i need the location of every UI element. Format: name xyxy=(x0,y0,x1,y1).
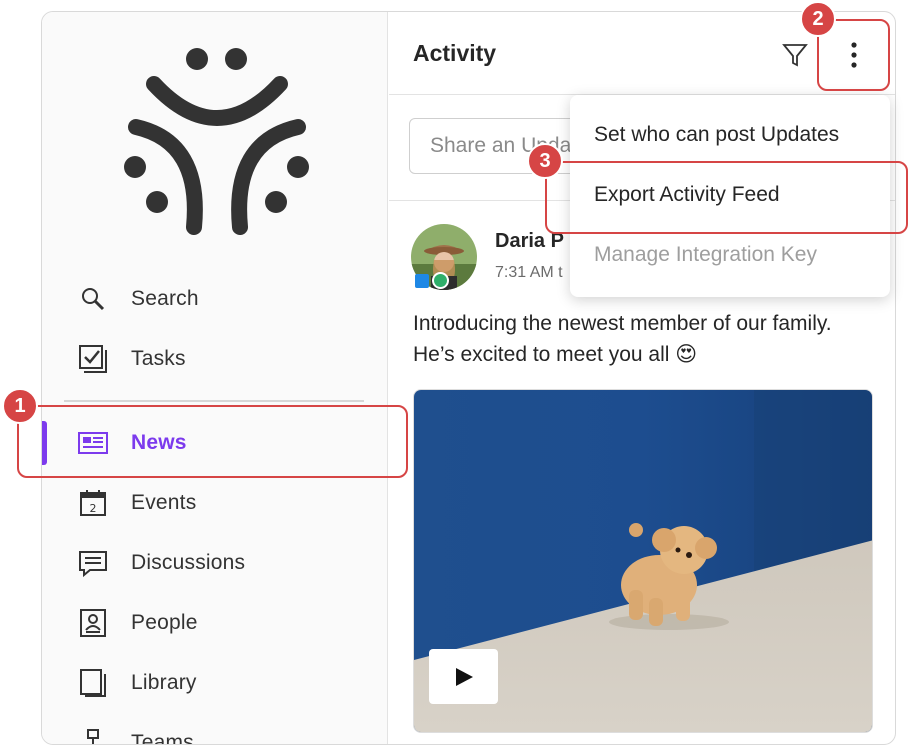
post-video[interactable] xyxy=(413,389,873,733)
page-title: Activity xyxy=(413,40,497,66)
callout-badge-2: 2 xyxy=(800,1,836,37)
callout-badge-1: 1 xyxy=(2,388,38,424)
sidebar-item-label: People xyxy=(131,611,198,634)
sidebar-item-people[interactable]: People xyxy=(42,595,388,651)
sidebar-item-label: Events xyxy=(131,491,197,514)
sidebar-item-events[interactable]: 2 Events xyxy=(42,475,388,531)
post-text: Introducing the newest member of our fam… xyxy=(413,312,832,366)
sidebar-item-search[interactable]: Search xyxy=(42,271,388,327)
sidebar-item-discussions[interactable]: Discussions xyxy=(42,535,388,591)
svg-text:2: 2 xyxy=(90,502,97,515)
app-logo xyxy=(124,48,309,235)
menu-item-manage-integration-key: Manage Integration Key xyxy=(594,243,817,266)
sidebar-item-tasks[interactable]: Tasks xyxy=(42,331,388,387)
tasks-icon xyxy=(79,345,107,373)
sidebar-divider xyxy=(64,400,364,402)
menu-item-set-who-can-post[interactable]: Set who can post Updates xyxy=(594,123,839,147)
teams-icon xyxy=(87,729,99,744)
app-badge xyxy=(415,274,429,288)
sidebar-item-label: Search xyxy=(131,287,199,310)
search-icon xyxy=(82,288,105,311)
people-icon xyxy=(80,609,106,637)
play-button[interactable] xyxy=(429,649,498,704)
callout-box-news xyxy=(17,405,408,478)
play-icon xyxy=(455,667,473,686)
callout-box-export xyxy=(545,161,908,234)
sidebar-item-label: Discussions xyxy=(131,551,246,574)
discussions-icon xyxy=(79,551,107,578)
calendar-icon: 2 xyxy=(80,490,106,516)
post-timestamp: 7:31 AM t xyxy=(495,264,563,281)
sidebar: Search Tasks News 2 Events Discussions P… xyxy=(42,12,388,744)
sidebar-item-label: Tasks xyxy=(131,347,186,370)
callout-badge-3: 3 xyxy=(527,143,563,179)
filter-icon[interactable] xyxy=(782,42,808,68)
online-status-indicator xyxy=(432,272,449,289)
sidebar-item-label: Teams xyxy=(131,731,194,745)
sidebar-item-label: Library xyxy=(131,671,197,694)
library-icon xyxy=(80,669,106,697)
sidebar-item-library[interactable]: Library xyxy=(42,655,388,711)
sidebar-item-teams[interactable]: Teams xyxy=(42,715,388,745)
